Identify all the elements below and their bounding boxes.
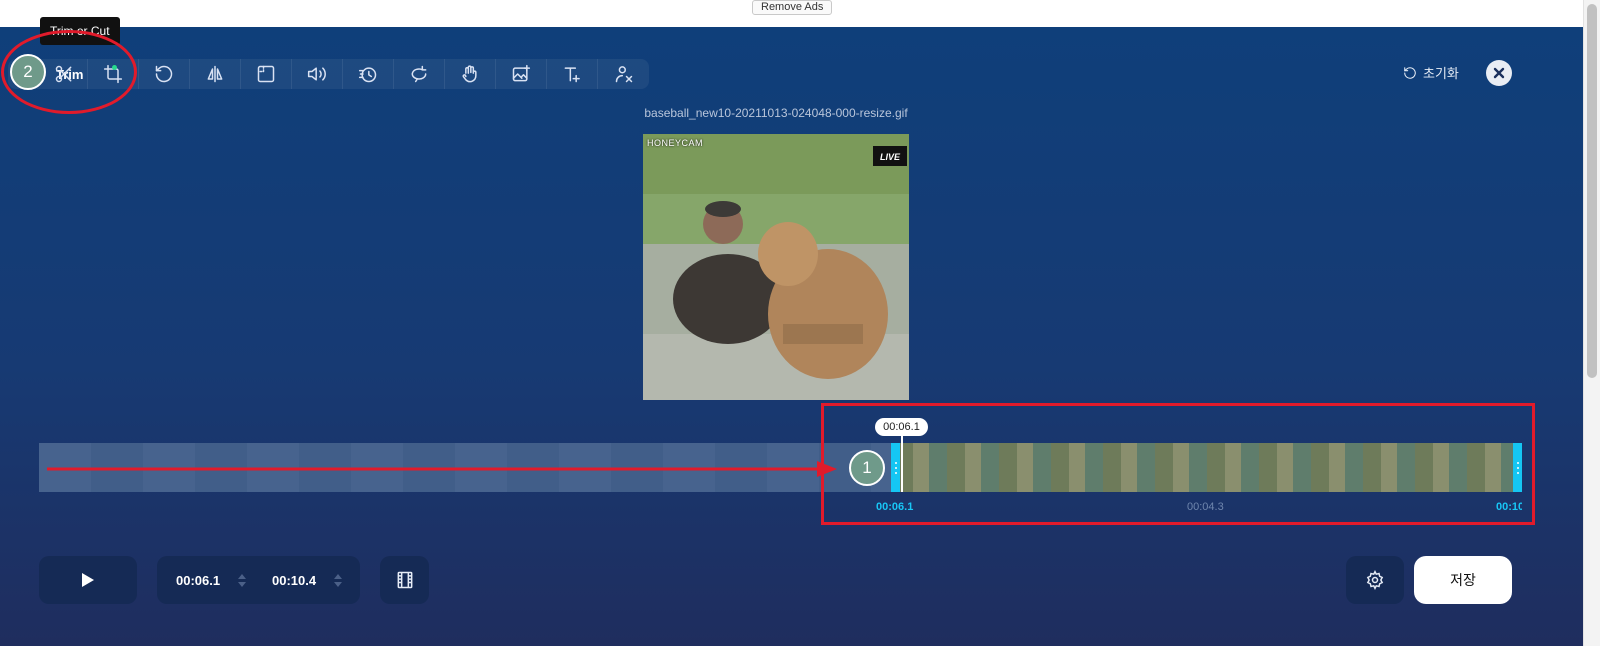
end-time-up-arrow-icon[interactable] <box>334 573 342 579</box>
hand-icon <box>462 65 477 83</box>
volume-tool-button[interactable] <box>292 59 343 89</box>
remove-person-icon <box>615 66 632 83</box>
remove-ads-button[interactable]: Remove Ads <box>752 0 833 15</box>
resize-icon <box>257 65 275 83</box>
end-time-down-arrow-icon[interactable] <box>334 581 342 587</box>
settings-button[interactable] <box>1346 556 1404 604</box>
step-badge-2: 2 <box>10 54 46 90</box>
flip-icon <box>207 65 223 83</box>
scrollbar-thumb[interactable] <box>1587 4 1597 378</box>
start-time-value[interactable]: 00:06.1 <box>176 573 230 588</box>
play-button[interactable] <box>39 556 137 604</box>
add-image-icon <box>512 64 531 82</box>
start-time-up-arrow-icon[interactable] <box>238 573 246 579</box>
stabilize-tool-button[interactable] <box>445 59 496 89</box>
watermark-live: LIVE <box>873 146 907 166</box>
add-text-icon <box>564 67 580 83</box>
play-icon <box>82 573 94 587</box>
page-scrollbar[interactable] <box>1583 0 1600 646</box>
flip-tool-button[interactable] <box>190 59 241 89</box>
frames-button[interactable] <box>380 556 429 604</box>
speed-tool-button[interactable] <box>343 59 394 89</box>
end-time-stepper[interactable] <box>334 573 342 587</box>
add-image-tool-button[interactable] <box>496 59 547 89</box>
close-button[interactable] <box>1486 60 1512 86</box>
save-button[interactable]: 저장 <box>1414 556 1512 604</box>
gear-icon <box>1366 570 1384 590</box>
time-range-box: 00:06.1 00:10.4 <box>157 556 360 604</box>
loop-icon <box>411 65 427 83</box>
add-text-tool-button[interactable] <box>547 59 598 89</box>
file-name: baseball_new10-20211013-024048-000-resiz… <box>644 106 908 120</box>
watermark-left: HONEYCAM <box>647 138 704 148</box>
end-time-value[interactable]: 00:10.4 <box>272 573 326 588</box>
rotate-icon <box>155 65 173 83</box>
speed-icon <box>358 67 377 83</box>
reset-button[interactable]: 초기화 <box>1403 63 1459 82</box>
film-icon <box>397 571 412 589</box>
loop-tool-button[interactable] <box>394 59 445 89</box>
volume-icon <box>307 67 326 81</box>
reset-icon <box>1404 66 1416 79</box>
close-icon <box>1493 67 1505 79</box>
top-bar: Remove Ads <box>0 0 1600 27</box>
start-time-stepper[interactable] <box>238 573 246 587</box>
remove-background-tool-button[interactable] <box>598 59 649 89</box>
annotation-arrow <box>47 461 837 477</box>
resize-tool-button[interactable] <box>241 59 292 89</box>
rotate-tool-button[interactable] <box>139 59 190 89</box>
preview-frame-image <box>643 134 909 400</box>
annotation-box <box>821 403 1535 525</box>
start-time-down-arrow-icon[interactable] <box>238 581 246 587</box>
gif-preview: HONEYCAM LIVE <box>643 134 909 400</box>
reset-label: 초기화 <box>1423 66 1459 81</box>
